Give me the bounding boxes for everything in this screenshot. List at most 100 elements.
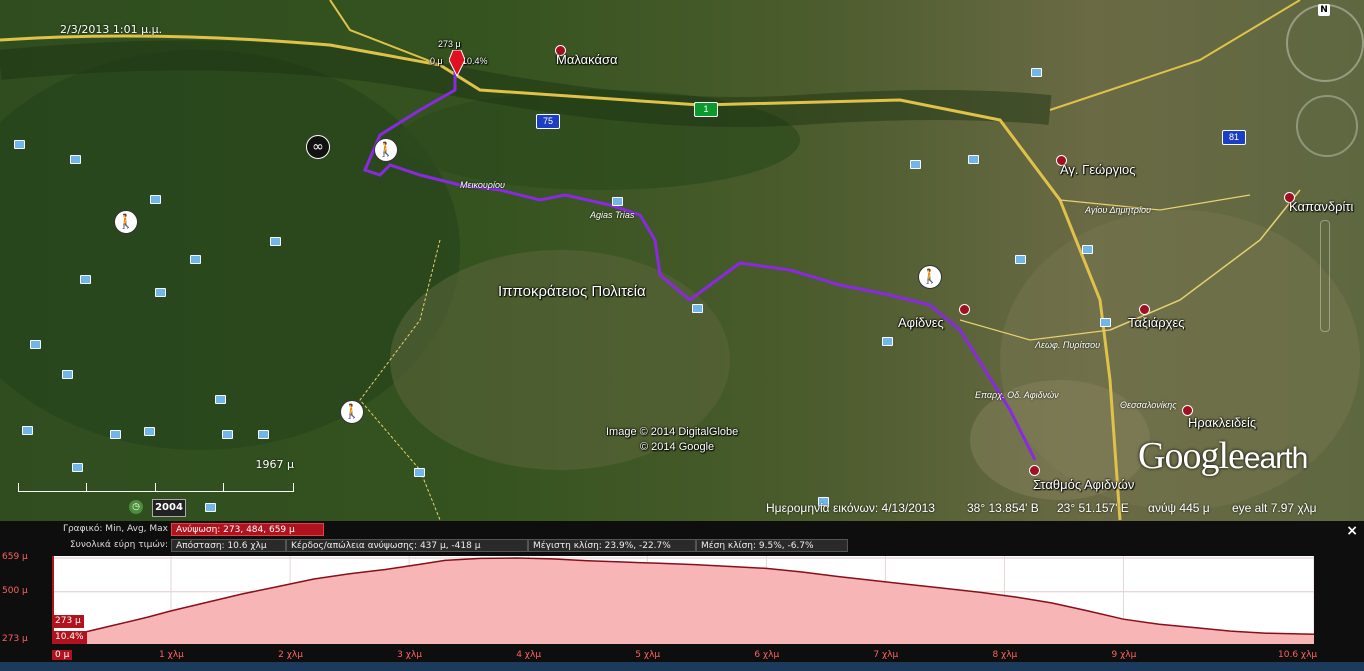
y-tick-label: 500 μ (2, 585, 28, 596)
x-tick-label: 1 χλμ (159, 650, 184, 660)
road-label-pyritsou: Λεωφ. Πυρίτσου (1035, 340, 1101, 350)
photo-icon[interactable] (258, 430, 269, 439)
hiker-icon[interactable]: 🚶 (340, 400, 364, 424)
road-label-thessalonikis: Θεσσαλονίκης (1120, 400, 1177, 410)
photo-icon[interactable] (70, 155, 81, 164)
scale-tick (86, 483, 87, 491)
photo-icon[interactable] (80, 275, 91, 284)
road-shield-75[interactable]: 75 (536, 114, 560, 129)
photo-icon[interactable] (62, 370, 73, 379)
road-shield-1[interactable]: 1 (694, 102, 718, 117)
road-label-agiou-dimitriou: Αγίου Δημητρίου (1085, 205, 1151, 215)
photo-icon[interactable] (968, 155, 979, 164)
photo-icon[interactable] (72, 463, 83, 472)
town-label-ag-georgios[interactable]: Αγ. Γεώργιος (1060, 162, 1136, 177)
photo-icon[interactable] (30, 340, 41, 349)
photo-icon[interactable] (612, 197, 623, 206)
marker-altitude: 273 μ (438, 39, 461, 49)
photo-icon[interactable] (1031, 68, 1042, 77)
close-icon[interactable]: × (1346, 523, 1358, 539)
town-pin-taxiarches[interactable] (1139, 304, 1150, 315)
x-tick-label: 3 χλμ (397, 650, 422, 660)
swirl-icon[interactable]: ∞ (306, 135, 330, 159)
photo-icon[interactable] (222, 430, 233, 439)
google-copyright: © 2014 Google (640, 441, 715, 453)
position-marker-icon[interactable] (449, 50, 465, 76)
logo-earth: earth (1243, 442, 1308, 475)
photo-icon[interactable] (190, 255, 201, 264)
ranges-label: Συνολικά εύρη τιμών: (69, 540, 168, 550)
elevation-profile-panel[interactable]: × Γραφικό: Min, Avg, Max Συνολικά εύρη τ… (0, 521, 1364, 671)
photo-icon[interactable] (22, 426, 33, 435)
hiker-icon[interactable]: 🚶 (114, 210, 138, 234)
photo-icon[interactable] (414, 468, 425, 477)
google-earth-logo: Googleearth (1138, 434, 1308, 478)
latitude: 38° 13.854' Β (967, 501, 1039, 515)
compass-north[interactable]: N (1318, 4, 1330, 16)
photo-icon[interactable] (692, 304, 703, 313)
marker-slope: 10.4% (462, 56, 488, 66)
scale-tick (223, 483, 224, 491)
tour-date: 2/3/2013 1:01 μ.μ. (60, 23, 163, 36)
town-label-afidnes[interactable]: Αφίδνες (898, 315, 944, 330)
town-label-irakleideis[interactable]: Ηρακλειδείς (1188, 415, 1256, 430)
avg-slope-box[interactable]: Μέση κλίση: 9.5%, -6.7% (696, 539, 848, 552)
photo-icon[interactable] (110, 430, 121, 439)
photo-icon[interactable] (910, 160, 921, 169)
town-label-ippokrateios[interactable]: Ιπποκράτειος Πολιτεία (498, 283, 646, 300)
photo-icon[interactable] (882, 337, 893, 346)
x-tick-label: 7 χλμ (873, 650, 899, 660)
taskbar (0, 662, 1364, 671)
hiker-icon[interactable]: 🚶 (374, 138, 398, 162)
imagery-date: Ημερομηνία εικόνων: 4/13/2013 (766, 501, 935, 515)
town-label-taxiarches[interactable]: Ταξιάρχες (1128, 315, 1185, 330)
ground-elevation: ανύψ 445 μ (1148, 501, 1210, 515)
y-tick-label: 273 μ (2, 634, 28, 644)
photo-icon[interactable] (1100, 318, 1111, 327)
x-tick-label: 2 χλμ (278, 650, 303, 660)
photo-icon[interactable] (205, 503, 216, 512)
hiker-icon[interactable]: 🚶 (918, 265, 942, 289)
photo-icon[interactable] (1015, 255, 1026, 264)
x-tick-label: 4 χλμ (516, 650, 542, 660)
town-pin-stathmos-afidnon[interactable] (1029, 465, 1040, 476)
altitude-box[interactable]: Ανύψωση: 273, 484, 659 μ (171, 523, 324, 536)
photo-icon[interactable] (144, 427, 155, 436)
elevation-gain-box[interactable]: Κέρδος/απώλεια ανύψωσης: 437 μ, -418 μ (286, 539, 528, 552)
longitude: 23° 51.157' Ε (1057, 501, 1129, 515)
timeline-year[interactable]: 2004 (152, 499, 186, 517)
graph-label: Γραφικό: Min, Avg, Max (62, 524, 168, 534)
scale-tick (155, 483, 156, 491)
photo-icon[interactable] (215, 395, 226, 404)
compass-icon[interactable]: N (1286, 4, 1364, 82)
eye-altitude: eye alt 7.97 χλμ (1232, 501, 1317, 515)
navigation-control-icon[interactable] (1296, 95, 1358, 157)
x-tick-label: 6 χλμ (754, 650, 780, 660)
distance-box[interactable]: Απόσταση: 10.6 χλμ (171, 539, 286, 552)
x-tick-label: 8 χλμ (992, 650, 1018, 660)
zoom-slider-icon[interactable] (1320, 220, 1330, 332)
photo-icon[interactable] (1082, 245, 1093, 254)
logo-google: Google (1138, 435, 1245, 477)
photo-icon[interactable] (14, 140, 25, 149)
x-tick-label: 10.6 χλμ (1278, 650, 1318, 660)
marker-distance: 0 μ (430, 56, 443, 66)
road-shield-81[interactable]: 81 (1222, 130, 1246, 145)
photo-icon[interactable] (270, 237, 281, 246)
photo-icon[interactable] (150, 195, 161, 204)
map-view[interactable]: 2/3/2013 1:01 μ.μ. 273 μ 0 μ 10.4% Μαλακ… (0, 0, 1364, 521)
town-label-kapandriti[interactable]: Καπανδρίτι (1289, 199, 1353, 214)
elevation-area (52, 558, 1314, 644)
town-pin-afidnes[interactable] (959, 304, 970, 315)
photo-icon[interactable] (155, 288, 166, 297)
town-label-malakasa[interactable]: Μαλακάσα (556, 52, 618, 67)
road-label-agias-trias: Agias Trias (590, 210, 635, 220)
historical-imagery-clock-icon[interactable]: ◷ (129, 500, 143, 514)
town-label-stathmos-afidnon[interactable]: Σταθμός Αφιδνών (1033, 477, 1134, 492)
max-slope-box[interactable]: Μέγιστη κλίση: 23.9%, -22.7% (528, 539, 696, 552)
imagery-copyright: Image © 2014 DigitalGlobe (606, 426, 739, 438)
elevation-profile-chart[interactable] (52, 556, 1314, 644)
scale-bar: 1967 μ (18, 458, 294, 493)
scale-bar-line (18, 483, 294, 492)
x-tick-label: 9 χλμ (1111, 650, 1137, 660)
